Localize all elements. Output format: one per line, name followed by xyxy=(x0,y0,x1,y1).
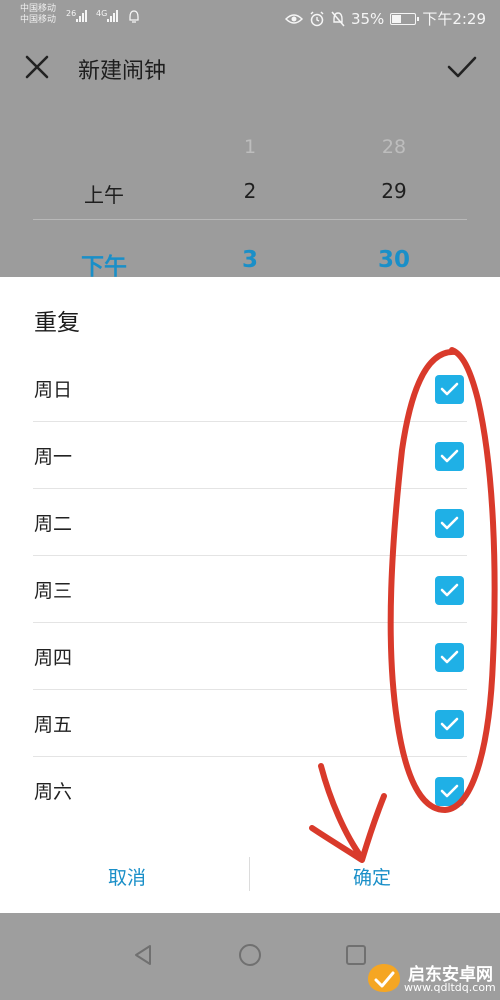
watermark-url: www.qdltdq.com xyxy=(404,981,496,994)
check-icon xyxy=(440,717,459,731)
battery-percent: 35% xyxy=(350,9,385,28)
page-title: 新建闹钟 xyxy=(78,59,167,84)
network-type-2: 4G xyxy=(96,9,108,18)
check-icon xyxy=(440,516,459,530)
minute-option[interactable]: 29 xyxy=(354,179,434,203)
ok-button[interactable]: 确定 xyxy=(312,863,432,890)
status-bar: 中国移动 中国移动 26 4G 35% 下午2:29 xyxy=(0,0,500,34)
home-icon[interactable] xyxy=(238,943,262,967)
day-label: 周一 xyxy=(34,446,73,468)
network-type-1: 26 xyxy=(66,9,77,18)
time-picker[interactable]: 上午 下午 1 2 3 28 29 30 xyxy=(0,100,500,280)
minute-selected[interactable]: 30 xyxy=(354,247,434,273)
hour-option[interactable]: 1 xyxy=(210,136,290,158)
minute-option[interactable]: 28 xyxy=(354,136,434,158)
day-label: 周二 xyxy=(34,513,73,535)
cancel-button[interactable]: 取消 xyxy=(67,863,187,890)
title-bar: 新建闹钟 xyxy=(0,34,500,100)
hour-option[interactable]: 2 xyxy=(210,179,290,203)
check-icon xyxy=(440,784,459,798)
checkbox[interactable] xyxy=(435,576,464,605)
checkbox[interactable] xyxy=(435,643,464,672)
day-label: 周日 xyxy=(34,379,73,401)
alarm-clock-icon xyxy=(310,10,324,26)
check-icon[interactable] xyxy=(446,52,478,82)
check-icon xyxy=(440,650,459,664)
checkbox[interactable] xyxy=(435,442,464,471)
dialog-title: 重复 xyxy=(34,310,80,336)
checkbox[interactable] xyxy=(435,509,464,538)
day-row-wednesday[interactable]: 周三 xyxy=(0,556,500,623)
close-icon[interactable] xyxy=(22,52,52,82)
day-label: 周四 xyxy=(34,647,73,669)
period-option-am[interactable]: 上午 xyxy=(64,179,144,208)
day-row-sunday[interactable]: 周日 xyxy=(0,355,500,422)
checkbox[interactable] xyxy=(435,375,464,404)
dialog-actions: 取消 确定 xyxy=(0,837,500,913)
recents-icon[interactable] xyxy=(344,943,368,967)
mute-bell-icon xyxy=(331,11,345,26)
day-label: 周三 xyxy=(34,580,73,602)
repeat-dialog: 重复 周日 周一 周二 周三 周四 周五 周六 取消 确定 xyxy=(0,277,500,913)
hour-selected[interactable]: 3 xyxy=(210,247,290,273)
picker-divider xyxy=(33,219,467,220)
carrier-labels: 中国移动 中国移动 xyxy=(20,4,56,26)
eye-icon xyxy=(284,13,303,24)
day-row-saturday[interactable]: 周六 xyxy=(0,757,500,824)
checkbox[interactable] xyxy=(435,777,464,806)
day-label: 周六 xyxy=(34,781,73,803)
button-divider xyxy=(249,857,250,891)
carrier-2: 中国移动 xyxy=(20,15,57,25)
period-option-pm[interactable]: 下午 xyxy=(64,247,144,281)
signal-icon xyxy=(76,10,87,22)
check-icon xyxy=(440,449,459,463)
checkbox[interactable] xyxy=(435,710,464,739)
back-icon[interactable] xyxy=(131,943,155,967)
check-icon xyxy=(440,583,459,597)
day-label: 周五 xyxy=(34,714,73,736)
watermark-logo xyxy=(368,964,400,992)
check-icon xyxy=(440,382,459,396)
day-row-friday[interactable]: 周五 xyxy=(0,690,500,757)
battery-icon xyxy=(390,12,420,25)
day-row-tuesday[interactable]: 周二 xyxy=(0,489,500,556)
clock: 下午2:29 xyxy=(422,10,486,28)
day-row-monday[interactable]: 周一 xyxy=(0,422,500,489)
signal-icon xyxy=(107,10,118,22)
carrier-1: 中国移动 xyxy=(20,4,57,14)
notification-icon xyxy=(129,10,139,23)
day-row-thursday[interactable]: 周四 xyxy=(0,623,500,690)
